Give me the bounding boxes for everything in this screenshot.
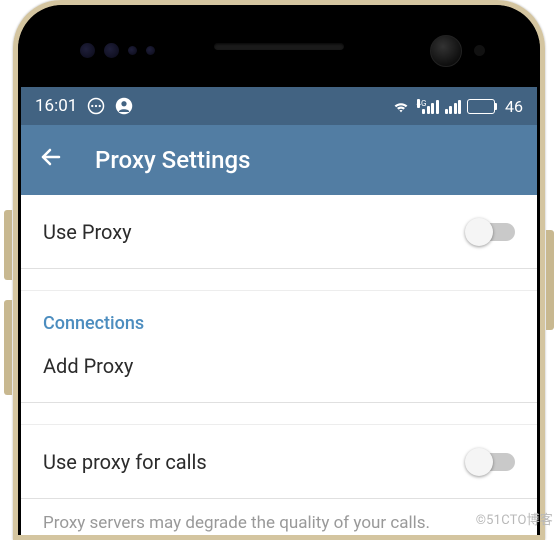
toggle-knob-icon (465, 218, 493, 246)
page-title: Proxy Settings (95, 146, 250, 174)
arrow-left-icon (39, 145, 63, 169)
toggle-knob-icon (465, 448, 493, 476)
app-bar: Proxy Settings (21, 125, 537, 195)
speaker-grille (214, 43, 344, 50)
status-right: 4G 46 (391, 97, 523, 116)
content: Use Proxy Connections Add Proxy Use prox… (21, 195, 537, 535)
notification-icon (87, 97, 105, 115)
proximity-sensor-icon (474, 45, 485, 56)
power-button[interactable] (546, 230, 554, 330)
use-proxy-calls-label: Use proxy for calls (43, 450, 207, 474)
volume-down-button[interactable] (4, 300, 12, 395)
section-divider (21, 269, 537, 291)
sensor-icon (80, 43, 95, 58)
add-proxy-row[interactable]: Add Proxy (21, 340, 537, 403)
use-proxy-calls-toggle[interactable] (467, 453, 515, 471)
phone-top-bezel (18, 5, 540, 87)
sensor-cluster (80, 43, 155, 58)
signal-icon: 4G (417, 99, 439, 114)
status-left: 16:01 (35, 96, 133, 116)
volume-up-button[interactable] (4, 210, 12, 280)
wifi-icon (391, 98, 411, 114)
connections-header: Connections (21, 291, 537, 340)
account-icon (115, 97, 133, 115)
status-time: 16:01 (35, 96, 77, 116)
use-proxy-label: Use Proxy (43, 220, 132, 244)
signal-icon (445, 99, 462, 114)
hint-text: Proxy servers may degrade the quality of… (21, 499, 537, 535)
use-proxy-row[interactable]: Use Proxy (21, 195, 537, 269)
phone-body: 16:01 4G (13, 0, 545, 540)
battery-icon (467, 99, 497, 114)
use-proxy-toggle[interactable] (467, 223, 515, 241)
phone-bezel: 16:01 4G (18, 5, 540, 535)
use-proxy-calls-row[interactable]: Use proxy for calls (21, 425, 537, 499)
phone-frame: 16:01 4G (0, 0, 558, 540)
status-bar: 16:01 4G (21, 87, 537, 125)
screen: 16:01 4G (21, 87, 537, 535)
watermark: ©51CTO博客 (476, 509, 553, 528)
back-button[interactable] (39, 145, 63, 176)
front-camera-icon (430, 35, 462, 67)
sensor-icon (104, 43, 119, 58)
sensor-icon (128, 46, 137, 55)
add-proxy-label: Add Proxy (43, 354, 133, 378)
battery-level: 46 (505, 97, 523, 116)
section-divider (21, 403, 537, 425)
sensor-icon (146, 46, 155, 55)
